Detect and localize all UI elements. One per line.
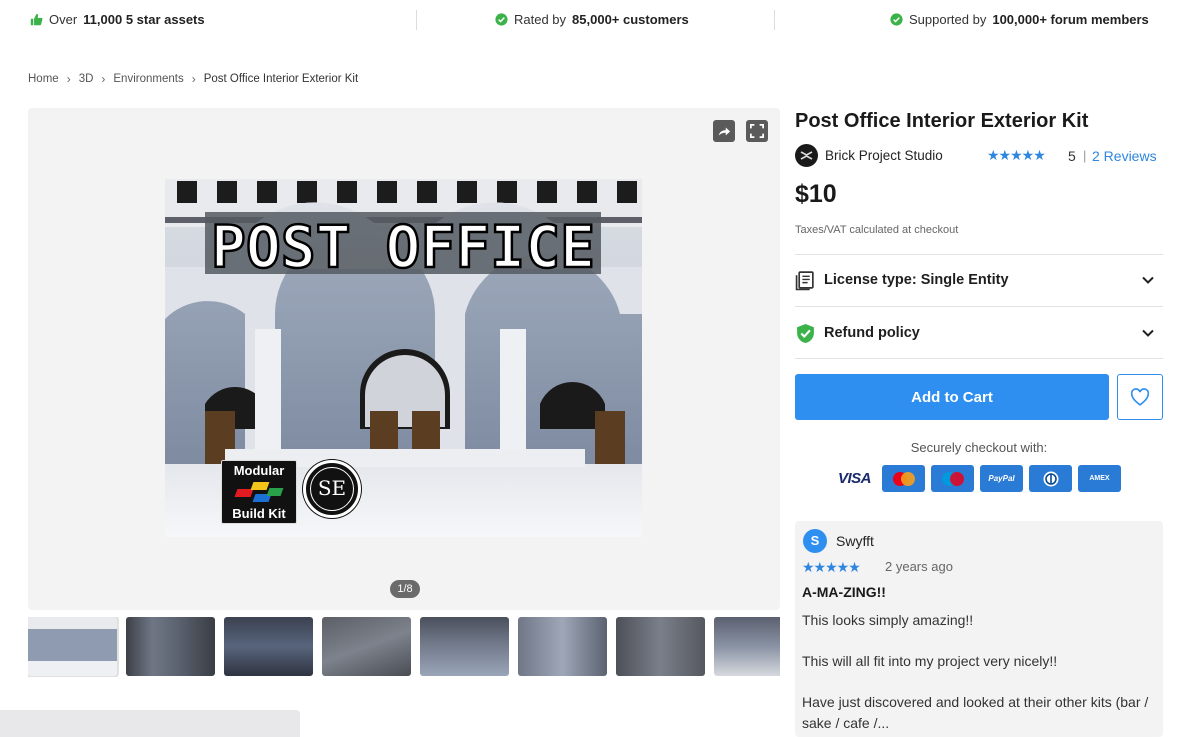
verified-check-icon bbox=[890, 13, 903, 26]
product-title: Post Office Interior Exterior Kit bbox=[795, 110, 1089, 132]
badge-top-text: Modular bbox=[233, 463, 285, 478]
review-paragraph: Have just discovered and looked at their… bbox=[802, 694, 1149, 731]
chevron-right-icon: › bbox=[66, 72, 71, 86]
share-button[interactable] bbox=[713, 120, 735, 142]
add-to-cart-button[interactable]: Add to Cart bbox=[795, 374, 1109, 420]
review-stars: ★★★★★ bbox=[802, 559, 861, 575]
diners-club-icon bbox=[1029, 465, 1072, 492]
thumbnail-1[interactable] bbox=[28, 617, 119, 677]
shield-check-icon bbox=[797, 324, 814, 343]
chevron-right-icon: › bbox=[191, 72, 196, 86]
rating-value: 5 bbox=[1068, 148, 1076, 164]
thumbnail-7[interactable] bbox=[616, 617, 705, 676]
thumbs-up-icon bbox=[30, 13, 43, 26]
divider bbox=[795, 254, 1163, 255]
thumbnail-strip bbox=[28, 617, 780, 677]
license-label: License type: Single Entity bbox=[824, 272, 1009, 288]
thumbnail-4[interactable] bbox=[322, 617, 411, 676]
thumbnail-8[interactable] bbox=[714, 617, 780, 676]
breadcrumb-3d[interactable]: 3D bbox=[79, 73, 94, 85]
wishlist-button[interactable] bbox=[1117, 374, 1163, 420]
payment-methods: VISA PayPal AMEX bbox=[833, 465, 1121, 492]
image-counter: 1/8 bbox=[390, 580, 420, 598]
badge-bottom-text: Build Kit bbox=[232, 506, 286, 521]
trust-item-rated: Rated by 85,000+ customers bbox=[495, 12, 689, 27]
se-logo-badge: SE bbox=[303, 460, 361, 518]
modular-build-kit-badge: Modular Build Kit bbox=[221, 460, 297, 524]
mastercard-icon bbox=[882, 465, 925, 492]
review-paragraph: This looks simply amazing!! bbox=[802, 612, 974, 628]
refund-label: Refund policy bbox=[824, 325, 920, 341]
review-date: 2 years ago bbox=[885, 559, 953, 574]
trust-bar: Over 11,000 5 star assets Rated by 85,00… bbox=[0, 0, 1194, 40]
trust-prefix: Rated by bbox=[514, 12, 567, 27]
publisher-avatar[interactable] bbox=[795, 144, 818, 167]
divider bbox=[416, 10, 417, 30]
se-logo-text: SE bbox=[310, 467, 354, 511]
license-accordion[interactable]: License type: Single Entity bbox=[795, 260, 1163, 300]
thumbnail-5[interactable] bbox=[420, 617, 509, 676]
divider bbox=[795, 358, 1163, 359]
publisher-name[interactable]: Brick Project Studio bbox=[825, 148, 943, 163]
maestro-icon bbox=[931, 465, 974, 492]
reviewer-name: Swyfft bbox=[836, 533, 874, 549]
heart-icon bbox=[1130, 388, 1150, 406]
trust-highlight: 85,000+ customers bbox=[572, 12, 689, 27]
trust-highlight: 100,000+ forum members bbox=[992, 12, 1149, 27]
refund-accordion[interactable]: Refund policy bbox=[795, 313, 1163, 353]
product-gallery[interactable]: POST OFFICE Modular Build Kit SE 1/8 bbox=[28, 108, 780, 610]
publisher-logo-icon bbox=[795, 144, 818, 167]
tax-note: Taxes/VAT calculated at checkout bbox=[795, 224, 959, 236]
breadcrumb-home[interactable]: Home bbox=[28, 73, 59, 85]
divider bbox=[795, 306, 1163, 307]
trust-highlight: 11,000 5 star assets bbox=[83, 12, 205, 27]
image-title-text: POST OFFICE bbox=[211, 213, 595, 281]
trust-item-supported: Supported by 100,000+ forum members bbox=[890, 12, 1149, 27]
blocks-icon bbox=[234, 482, 284, 504]
chevron-down-icon bbox=[1142, 276, 1154, 284]
rating-stars: ★★★★★ bbox=[987, 147, 1046, 163]
thumbnail-6[interactable] bbox=[518, 617, 607, 676]
main-product-image[interactable]: POST OFFICE Modular Build Kit SE bbox=[165, 179, 642, 537]
fullscreen-button[interactable] bbox=[746, 120, 768, 142]
breadcrumb-current: Post Office Interior Exterior Kit bbox=[203, 73, 359, 85]
review-card: S Swyfft ★★★★★ 2 years ago A-MA-ZING!! T… bbox=[795, 521, 1163, 737]
amex-icon: AMEX bbox=[1078, 465, 1121, 492]
chevron-right-icon: › bbox=[101, 72, 106, 86]
footer-panel bbox=[0, 710, 300, 737]
review-paragraph: This will all fit into my project very n… bbox=[802, 653, 1058, 669]
paypal-icon: PayPal bbox=[980, 465, 1023, 492]
trust-prefix: Over bbox=[49, 12, 78, 27]
publisher-row: Brick Project Studio ★★★★★ 5 | 2 Reviews bbox=[795, 144, 1163, 168]
divider bbox=[774, 10, 775, 30]
thumbnail-3[interactable] bbox=[224, 617, 313, 676]
thumbnail-2[interactable] bbox=[126, 617, 215, 676]
reviews-link[interactable]: 2 Reviews bbox=[1092, 148, 1157, 164]
divider: | bbox=[1083, 148, 1087, 163]
chevron-down-icon bbox=[1142, 329, 1154, 337]
price: $10 bbox=[795, 180, 837, 208]
fullscreen-icon bbox=[750, 124, 764, 138]
trust-item-assets: Over 11,000 5 star assets bbox=[30, 12, 205, 27]
license-document-icon bbox=[795, 271, 814, 291]
share-icon bbox=[718, 127, 731, 136]
review-title: A-MA-ZING!! bbox=[802, 584, 886, 600]
breadcrumb: Home › 3D › Environments › Post Office I… bbox=[28, 72, 358, 86]
secure-checkout-label: Securely checkout with: bbox=[910, 440, 1048, 455]
trust-prefix: Supported by bbox=[909, 12, 987, 27]
review-body: This looks simply amazing!! This will al… bbox=[802, 610, 1152, 737]
breadcrumb-environments[interactable]: Environments bbox=[113, 73, 183, 85]
verified-check-icon bbox=[495, 13, 508, 26]
reviewer-avatar: S bbox=[803, 529, 827, 553]
visa-icon: VISA bbox=[833, 465, 876, 492]
